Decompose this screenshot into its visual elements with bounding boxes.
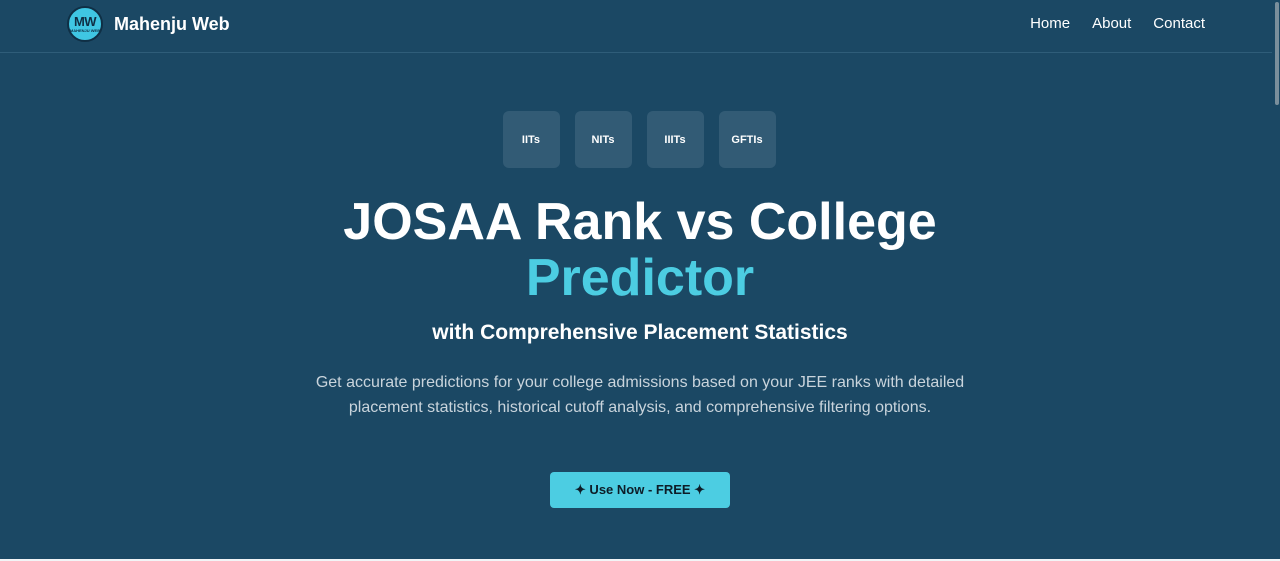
nav-link-contact[interactable]: Contact xyxy=(1153,15,1205,32)
badge-iits: IITs xyxy=(502,111,560,168)
logo-subtext: MAHENJU WEB xyxy=(69,28,101,33)
navbar: MW MAHENJU WEB Mahenju Web Home About Co… xyxy=(0,0,1272,53)
brand[interactable]: MW MAHENJU WEB Mahenju Web xyxy=(67,6,230,42)
nav-link-home[interactable]: Home xyxy=(1030,15,1070,32)
page-title: JOSAA Rank vs College Predictor xyxy=(0,194,1280,306)
nav-link-about[interactable]: About xyxy=(1092,15,1131,32)
hero-description: Get accurate predictions for your colleg… xyxy=(315,374,965,416)
badge-gftis: GFTIs xyxy=(718,111,776,168)
page-subtitle: with Comprehensive Placement Statistics xyxy=(432,321,848,344)
title-accent: Predictor xyxy=(525,249,755,307)
nav-links: Home About Contact xyxy=(1030,15,1205,32)
use-now-button[interactable]: ✦ Use Now - FREE ✦ xyxy=(550,472,730,508)
logo-text: MW xyxy=(73,14,97,29)
title-main: JOSAA Rank vs College xyxy=(343,193,937,251)
badge-nits: NITs xyxy=(574,111,632,168)
brand-name[interactable]: Mahenju Web xyxy=(114,14,230,35)
logo-icon: MW MAHENJU WEB xyxy=(67,6,103,42)
scrollbar-thumb[interactable] xyxy=(1275,2,1279,105)
institute-badges: IITs NITs IIITs GFTIs xyxy=(0,111,1280,168)
badge-iiits: IIITs xyxy=(646,111,704,168)
